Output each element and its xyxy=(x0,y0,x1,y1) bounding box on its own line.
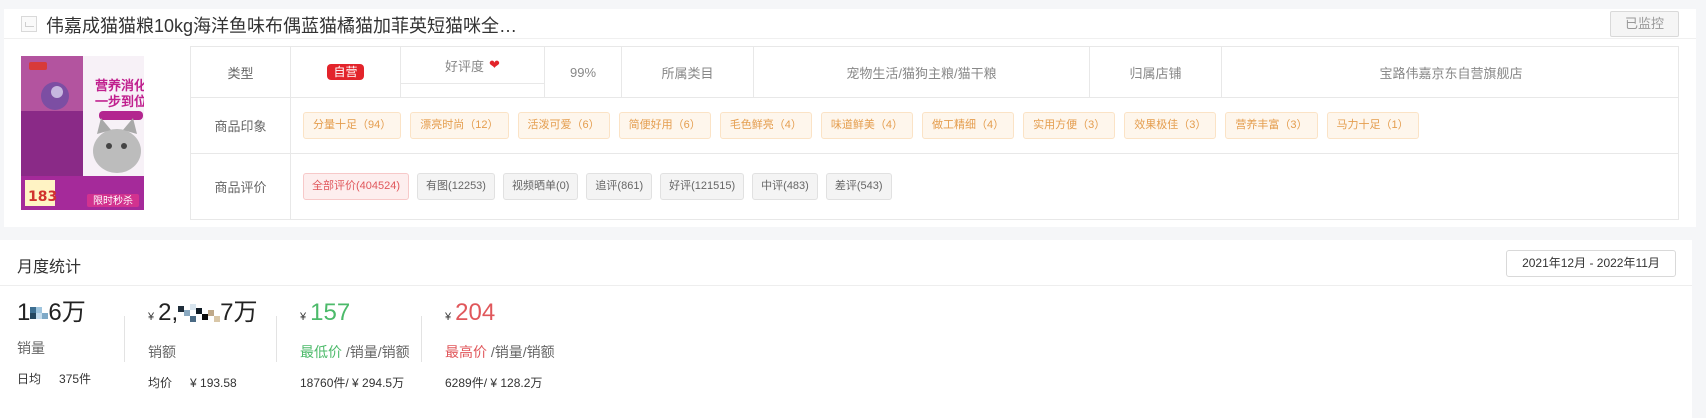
revenue-value: ¥2, 7万 xyxy=(148,299,258,326)
product-title[interactable]: 伟嘉成猫猫粮10kg海洋鱼味布偶蓝猫橘猫加菲英短猫咪全… xyxy=(46,12,517,38)
store-label: 归属店铺 xyxy=(1090,47,1222,97)
impression-tag[interactable]: 活泼可爱（6） xyxy=(517,112,610,139)
highest-price-label: 最高价 /销量/销额 xyxy=(445,344,555,360)
product-image[interactable]: 营养消化 一步到位 183 限时秒杀 xyxy=(21,56,144,210)
highest-price-detail: 6289件/ ¥ 128.2万 xyxy=(445,376,543,390)
type-cell: 自营 xyxy=(291,47,401,97)
monthly-stats-title: 月度统计 xyxy=(17,259,82,276)
sales-stat: 1 6万 销量 日均 375件 xyxy=(17,298,91,387)
review-filter-video[interactable]: 视频晒单(0) xyxy=(502,173,579,200)
impression-tag[interactable]: 实用方便（3） xyxy=(1023,112,1116,139)
impression-tags: 分量十足（94） 漂亮时尚（12） 活泼可爱（6） 简便好用（6） 毛色鲜亮（4… xyxy=(303,98,1419,153)
review-filter-followup[interactable]: 追评(861) xyxy=(586,173,653,200)
revenue-stat: ¥2, 7万 销额 均价 ¥ 193.58 xyxy=(148,298,258,391)
info-row-basic: 类型 自营 好评度 ❤ 99% 所属类目 宠物生活/猫狗主粮/猫干粮 归属店铺 … xyxy=(191,47,1678,98)
select-checkbox[interactable] xyxy=(21,16,37,32)
redacted-mosaic-icon xyxy=(178,303,221,322)
impression-tag[interactable]: 毛色鲜亮（4） xyxy=(719,112,812,139)
divider xyxy=(124,316,125,362)
lowest-price-label: 最低价 /销量/销额 xyxy=(300,344,410,360)
svg-text:一步到位: 一步到位 xyxy=(95,94,144,110)
category-value[interactable]: 宠物生活/猫狗主粮/猫干粮 xyxy=(754,47,1090,97)
impression-tag[interactable]: 营养丰富（3） xyxy=(1225,112,1318,139)
product-card: 伟嘉成猫猫粮10kg海洋鱼味布偶蓝猫橘猫加菲英短猫咪全… 已监控 营养消化 一步… xyxy=(4,9,1696,227)
info-row-impressions: 商品印象 分量十足（94） 漂亮时尚（12） 活泼可爱（6） 简便好用（6） 毛… xyxy=(191,98,1678,154)
review-filter-all[interactable]: 全部评价(404524) xyxy=(303,173,410,200)
rating-value: 99% xyxy=(545,47,622,97)
impression-tag[interactable]: 味道鲜美（4） xyxy=(820,112,913,139)
info-row-reviews: 商品评价 全部评价(404524) 有图(12253) 视频晒单(0) 追评(8… xyxy=(191,154,1678,219)
review-label: 商品评价 xyxy=(191,154,291,219)
impression-tag[interactable]: 做工精细（4） xyxy=(922,112,1015,139)
product-info-table: 类型 自营 好评度 ❤ 99% 所属类目 宠物生活/猫狗主粮/猫干粮 归属店铺 … xyxy=(190,46,1679,220)
monitor-button[interactable]: 已监控 xyxy=(1610,11,1679,37)
impression-tag[interactable]: 简便好用（6） xyxy=(618,112,711,139)
daily-average: 日均 375件 xyxy=(17,372,92,386)
monthly-stats-panel: 月度统计 2021年12月 - 2022年11月 1 6万 销量 日均 375件 ¥… xyxy=(0,240,1692,418)
product-title-row: 伟嘉成猫猫粮10kg海洋鱼味布偶蓝猫橘猫加菲英短猫咪全… 已监控 xyxy=(4,9,1696,39)
divider xyxy=(276,316,277,362)
lowest-price-value: ¥157 xyxy=(300,299,351,326)
rating-label: 好评度 xyxy=(445,58,485,74)
impression-tag[interactable]: 分量十足（94） xyxy=(303,112,402,139)
svg-text:限时秒杀: 限时秒杀 xyxy=(93,194,133,207)
heart-icon: ❤ xyxy=(489,57,500,72)
review-filter-positive[interactable]: 好评(121515) xyxy=(660,173,745,200)
review-filter-images[interactable]: 有图(12253) xyxy=(417,173,495,200)
category-label: 所属类目 xyxy=(622,47,754,97)
redacted-mosaic-icon xyxy=(30,306,49,319)
average-price: 均价 ¥ 193.58 xyxy=(148,376,237,390)
type-label: 类型 xyxy=(191,47,291,97)
rating-cell: 好评度 ❤ xyxy=(401,47,545,97)
revenue-label: 销额 xyxy=(148,344,176,360)
review-filter-neutral[interactable]: 中评(483) xyxy=(752,173,818,200)
self-operated-badge: 自营 xyxy=(327,64,364,80)
sales-value: 1 6万 xyxy=(17,299,86,326)
date-range-picker[interactable]: 2021年12月 - 2022年11月 xyxy=(1506,250,1676,277)
highest-price-stat: ¥204 最高价 /销量/销额 6289件/ ¥ 128.2万 xyxy=(445,298,555,391)
review-filters: 全部评价(404524) 有图(12253) 视频晒单(0) 追评(861) 好… xyxy=(303,154,892,219)
svg-text:营养消化: 营养消化 xyxy=(95,78,144,94)
divider xyxy=(421,316,422,362)
impression-tag[interactable]: 马力十足（1） xyxy=(1326,112,1419,139)
highest-price-value: ¥204 xyxy=(445,299,496,326)
impression-tag[interactable]: 漂亮时尚（12） xyxy=(410,112,509,139)
svg-text:183: 183 xyxy=(28,189,57,205)
store-value[interactable]: 宝路伟嘉京东自营旗舰店 xyxy=(1222,47,1680,97)
monthly-stats-header: 月度统计 2021年12月 - 2022年11月 xyxy=(0,240,1692,286)
impression-tag[interactable]: 效果极佳（3） xyxy=(1124,112,1217,139)
sales-label: 销量 xyxy=(17,340,45,356)
lowest-price-stat: ¥157 最低价 /销量/销额 18760件/ ¥ 294.5万 xyxy=(300,298,410,391)
lowest-price-detail: 18760件/ ¥ 294.5万 xyxy=(300,376,405,390)
review-filter-negative[interactable]: 差评(543) xyxy=(825,173,892,200)
impression-label: 商品印象 xyxy=(191,98,291,153)
